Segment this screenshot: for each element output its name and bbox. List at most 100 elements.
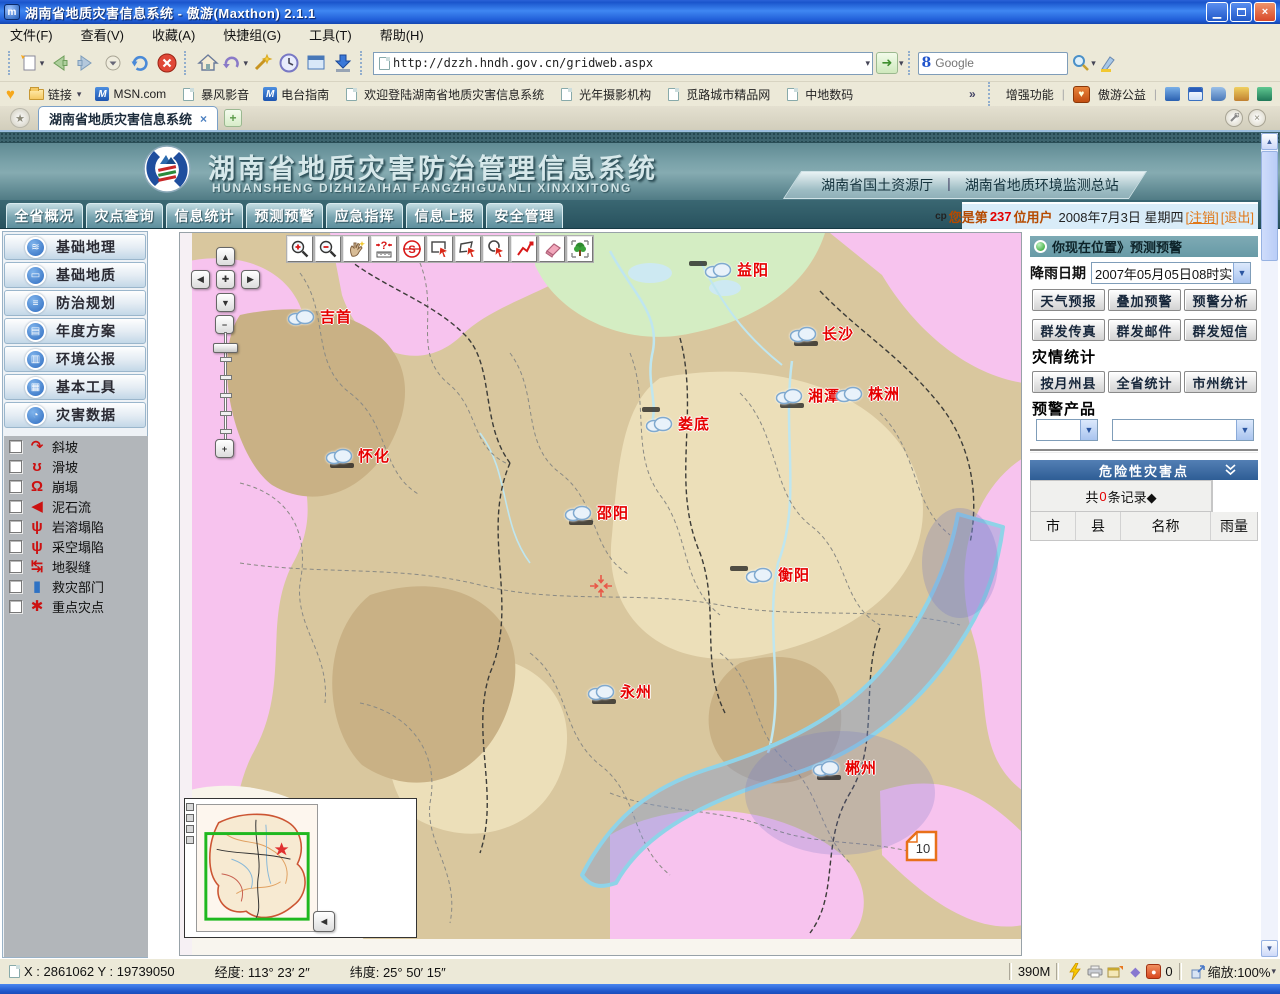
undo-button[interactable]: ▾ (221, 49, 248, 77)
map-viewport[interactable]: ? S ▲ ◀ ✚ ▶ ▼ − + 吉首 益阳 长沙 湘潭 株洲 娄底 怀化 邵 (179, 232, 1022, 956)
map-zoom-out-button[interactable] (315, 236, 341, 262)
vertical-scrollbar[interactable]: ▲ ▼ (1261, 133, 1278, 957)
tab-active[interactable]: 湖南省地质灾害信息系统 × (38, 106, 218, 130)
city-marker-chenzhou[interactable]: 郴州 (811, 757, 877, 778)
go-button[interactable]: ➜ (876, 52, 898, 74)
nav-tab-report[interactable]: 信息上报 (406, 203, 483, 228)
notes-icon[interactable] (1211, 87, 1226, 101)
menu-view[interactable]: 查看(V) (81, 25, 124, 44)
minimap-tool-button[interactable] (186, 814, 194, 822)
nav-tab-forecast[interactable]: 预测预警 (246, 203, 323, 228)
map-rect-select-button[interactable] (427, 236, 453, 262)
weather-forecast-button[interactable]: 天气预报 (1032, 289, 1105, 311)
highlight-button[interactable] (1095, 49, 1122, 77)
pan-down-button[interactable]: ▼ (216, 293, 235, 312)
nav-tab-query[interactable]: 灾点查询 (86, 203, 163, 228)
sidebar-item-basic-tools[interactable]: ▦基本工具 (4, 374, 146, 400)
city-marker-shaoyang[interactable]: 邵阳 (563, 502, 629, 523)
pan-left-button[interactable]: ◀ (191, 270, 210, 289)
zoom-slider-handle[interactable] (213, 343, 238, 353)
map-polygon-select-button[interactable] (455, 236, 481, 262)
rain-date-select[interactable]: 2007年05月05日08时实况 ▼ (1091, 262, 1251, 284)
chevron-down-icon[interactable]: ▼ (1236, 420, 1253, 440)
chevron-down-icon[interactable]: ▼ (1233, 263, 1250, 283)
nav-tab-stats[interactable]: 信息统计 (166, 203, 243, 228)
map-pan-button[interactable] (343, 236, 369, 262)
new-page-button[interactable]: ▾ (18, 49, 45, 77)
notes-collector-button[interactable]: ◆ (1125, 964, 1145, 980)
link-zhongdi[interactable]: 中地数码 (784, 86, 853, 103)
links-folder[interactable]: 链接 ▾ (29, 86, 82, 103)
menu-favorites[interactable]: 收藏(A) (152, 25, 195, 44)
sidebar-item-base-geography[interactable]: ≋基础地理 (4, 234, 146, 260)
blocked-content-button[interactable]: ● (1145, 964, 1165, 979)
tabbar-close-button[interactable]: × (1248, 109, 1266, 127)
maximize-button[interactable] (1230, 2, 1252, 22)
layer-checkbox[interactable] (9, 500, 22, 513)
city-marker-loudi[interactable]: 娄底 (644, 413, 710, 434)
menu-tools[interactable]: 工具(T) (309, 25, 352, 44)
toolbar-grip[interactable] (360, 51, 366, 75)
messenger-icon[interactable] (1165, 87, 1180, 101)
city-marker-xiangtan[interactable]: 湘潭 (774, 385, 840, 406)
history-dropdown-button[interactable] (99, 49, 126, 77)
city-marker-yongzhou[interactable]: 永州 (586, 681, 652, 702)
layer-checkbox[interactable] (9, 580, 22, 593)
search-button[interactable] (1068, 49, 1095, 77)
city-marker-yiyang[interactable]: 益阳 (703, 259, 769, 280)
monthly-county-button[interactable]: 按月州县 (1032, 371, 1105, 393)
map-scale-button[interactable]: S (399, 236, 425, 262)
zoom-in-step-button[interactable]: + (215, 439, 234, 458)
minimize-button[interactable]: ▁ (1206, 2, 1228, 22)
map-circle-select-button[interactable] (483, 236, 509, 262)
group-fax-button[interactable]: 群发传真 (1032, 319, 1105, 341)
warning-analysis-button[interactable]: 预警分析 (1184, 289, 1257, 311)
magic-fill-button[interactable] (248, 49, 275, 77)
product-type-select[interactable]: ▼ (1036, 419, 1098, 441)
city-stats-button[interactable]: 市州统计 (1184, 371, 1257, 393)
link-photo[interactable]: 光年摄影机构 (558, 86, 651, 103)
link-hunan-geo[interactable]: 欢迎登陆湖南省地质灾害信息系统 (343, 86, 544, 103)
new-tab-button[interactable]: + (224, 109, 242, 127)
sidebar-item-base-geology[interactable]: ▭基础地质 (4, 262, 146, 288)
cube-icon[interactable] (1257, 87, 1272, 101)
address-caret-icon[interactable]: ▾ (865, 58, 870, 69)
window-tool-icon[interactable] (1188, 87, 1203, 101)
minimap-collapse-button[interactable]: ◄ (313, 911, 335, 932)
map-measure-button[interactable]: ? (371, 236, 397, 262)
map-eraser-button[interactable] (539, 236, 565, 262)
layer-checkbox[interactable] (9, 600, 22, 613)
close-button[interactable]: × (1254, 2, 1276, 22)
minimap-tool-button[interactable] (186, 803, 194, 811)
layer-checkbox[interactable] (9, 540, 22, 553)
sidebar-item-disaster-data[interactable]: ◔灾害数据 (4, 402, 146, 428)
link-msn[interactable]: MMSN.com (95, 87, 166, 101)
stop-button[interactable] (153, 49, 180, 77)
nav-tab-overview[interactable]: 全省概况 (6, 203, 83, 228)
danger-points-header[interactable]: 危险性灾害点 (1030, 460, 1258, 480)
link-baofeng[interactable]: 暴风影音 (180, 86, 249, 103)
province-stats-button[interactable]: 全省统计 (1108, 371, 1181, 393)
layer-checkbox[interactable] (9, 560, 22, 573)
go-caret-icon[interactable]: ▾ (899, 58, 904, 69)
map-legend-button[interactable] (567, 236, 593, 262)
link-milu[interactable]: 觅路城市精品网 (665, 86, 770, 103)
toolbar-grip[interactable] (908, 51, 914, 75)
map-zoom-in-button[interactable] (287, 236, 313, 262)
logout-link[interactable]: [注销] (1186, 207, 1219, 226)
search-box[interactable]: 8 ▾ (918, 52, 1068, 75)
address-bar[interactable]: ▾ (373, 52, 873, 75)
minimap-tool-button[interactable] (186, 836, 194, 844)
pan-center-button[interactable]: ✚ (216, 270, 235, 289)
group-email-button[interactable]: 群发邮件 (1108, 319, 1181, 341)
home-button[interactable] (194, 49, 221, 77)
google-engine-icon[interactable]: 8 (922, 55, 932, 71)
menu-file[interactable]: 文件(F) (10, 25, 53, 44)
tab-settings-button[interactable] (1225, 109, 1243, 127)
forward-button[interactable] (72, 49, 99, 77)
maxthon-charity-button[interactable]: 傲游公益 (1098, 86, 1146, 103)
nav-tab-security[interactable]: 安全管理 (486, 203, 563, 228)
exit-link[interactable]: [退出] (1221, 207, 1254, 226)
warning-flag-marker[interactable]: 10 (902, 829, 940, 863)
overview-minimap[interactable]: ◄ (184, 798, 417, 938)
